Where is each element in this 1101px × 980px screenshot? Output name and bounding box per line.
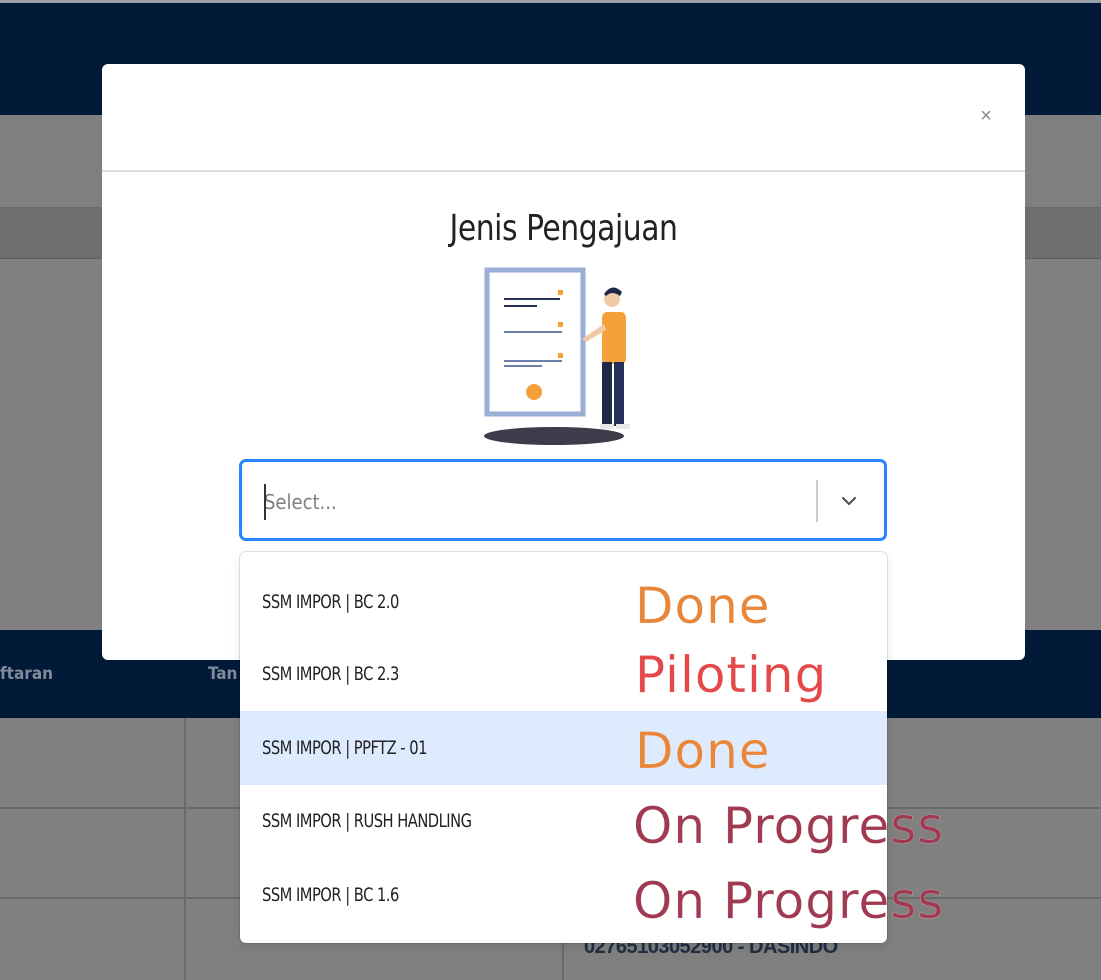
modal-header: × [102, 64, 1025, 172]
status-annotation: On Progress [633, 797, 945, 855]
option-label: SSM IMPOR | BC 2.3 [262, 663, 399, 685]
option-ssm-impor-bc-2-0[interactable]: SSM IMPOR | BC 2.0 [240, 565, 887, 639]
table-header-cell: Tan [208, 664, 238, 684]
option-label: SSM IMPOR | BC 2.0 [262, 591, 399, 613]
select-separator [816, 480, 818, 522]
status-annotation: Done [635, 722, 771, 780]
option-label: SSM IMPOR | RUSH HANDLING [262, 810, 472, 832]
status-annotation: Piloting [635, 646, 828, 704]
status-annotation: On Progress [633, 872, 945, 930]
modal-title: Jenis Pengajuan [449, 208, 678, 249]
table-column-divider [184, 718, 186, 980]
text-cursor [264, 484, 266, 520]
jenis-pengajuan-select[interactable]: Select... [240, 460, 886, 540]
select-placeholder: Select... [264, 490, 337, 514]
option-label: SSM IMPOR | PPFTZ - 01 [262, 737, 427, 759]
table-header-cell: ftaran [0, 664, 54, 684]
close-icon[interactable]: × [974, 104, 998, 128]
status-annotation: Done [635, 577, 771, 635]
option-ssm-impor-ppftz-01[interactable]: SSM IMPOR | PPFTZ - 01 [240, 711, 887, 785]
chevron-down-icon[interactable] [836, 488, 862, 514]
option-label: SSM IMPOR | BC 1.6 [262, 884, 399, 906]
document-person-illustration [484, 267, 630, 445]
